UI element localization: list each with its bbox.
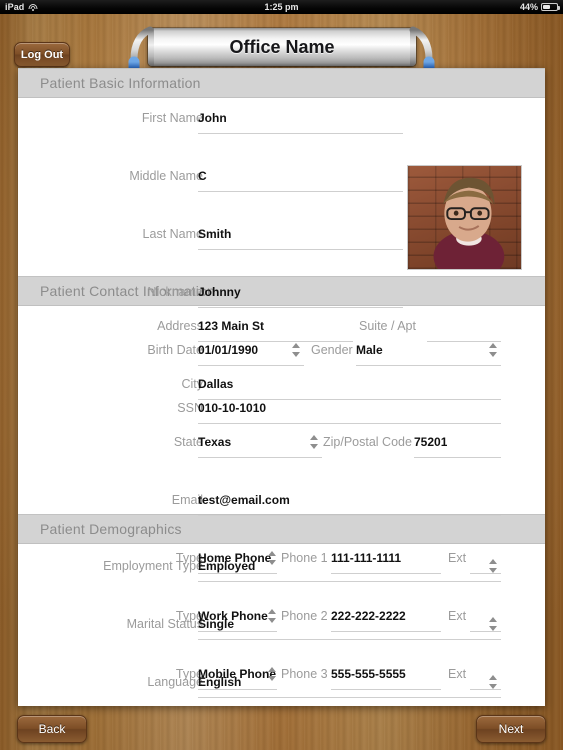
field-underline [414,457,501,458]
back-button[interactable]: Back [17,715,87,743]
stepper-icon[interactable] [310,435,319,449]
field-label: First Name [141,111,203,125]
status-bar: iPad 1:25 pm 44% [0,0,563,14]
field-label: Address [157,319,203,333]
battery-icon [541,3,560,11]
field-underline [198,399,501,400]
logout-button[interactable]: Log Out [14,42,70,67]
field-label-zip: Zip/Postal Code [323,435,412,449]
page-title: Office Name [229,37,335,57]
title-bar: Office Name [148,28,416,66]
next-button[interactable]: Next [476,715,546,743]
field-label: Middle Name [129,169,203,183]
field-underline [198,457,322,458]
field-value-zip: 75201 [414,435,448,449]
stepper-icon[interactable] [489,559,498,573]
form-page: Patient Basic Information First Name Joh… [18,68,545,706]
field-label-suite: Suite / Apt [359,319,416,333]
field-last-name[interactable]: Last Name Smith [18,224,545,253]
section-header-basic: Patient Basic Information [18,68,545,98]
field-underline [198,697,501,698]
field-value: English [198,675,242,689]
field-underline [198,249,403,250]
field-value: Single [198,617,235,631]
field-underline [198,639,501,640]
field-first-name[interactable]: First Name John [18,108,545,137]
field-label: Last Name [142,227,203,241]
stepper-icon[interactable] [489,675,498,689]
field-value: Johnny [198,285,241,299]
ipad-screen: iPad 1:25 pm 44% Log Out Office Name Pat… [0,0,563,750]
field-underline [198,581,501,582]
field-value: Texas [198,435,232,449]
status-bar-time: 1:25 pm [264,2,299,12]
field-value: Smith [198,227,232,241]
field-state[interactable]: State Texas Zip/Postal Code 75201 [18,432,545,461]
field-label: Marital Status [126,617,203,631]
field-underline [198,341,353,342]
field-language[interactable]: Language English [18,672,545,701]
field-email[interactable]: Email test@email.com [18,490,545,519]
stepper-icon[interactable] [489,617,498,631]
field-middle-name[interactable]: Middle Name C [18,166,545,195]
field-underline [198,133,403,134]
section-body-basic: First Name John Middle Name C Last Name … [18,98,545,424]
field-value: test@email.com [198,493,290,507]
section-body-demographics: Employment Type Employed Marital Status … [18,544,545,698]
field-value: Dallas [198,377,234,391]
field-underline [198,191,403,192]
field-label: Language [147,675,203,689]
battery-percent: 44% [519,2,538,12]
field-label: Employment Type [103,559,203,573]
field-address[interactable]: Address 123 Main St Suite / Apt [18,316,545,345]
field-underline [198,515,501,516]
field-underline [427,341,501,342]
field-employment-type[interactable]: Employment Type Employed [18,556,545,585]
field-value: 123 Main St [198,319,265,333]
status-bar-right: 44% [519,0,560,14]
field-value: C [198,169,207,183]
field-marital-status[interactable]: Marital Status Single [18,614,545,643]
field-value: Employed [198,559,256,573]
field-label: Nickname [147,285,203,299]
field-value: John [198,111,227,125]
section-body-contact: Address 123 Main St Suite / Apt City Dal… [18,306,545,690]
app-header: Log Out Office Name [0,14,563,76]
field-city[interactable]: City Dallas [18,374,545,403]
